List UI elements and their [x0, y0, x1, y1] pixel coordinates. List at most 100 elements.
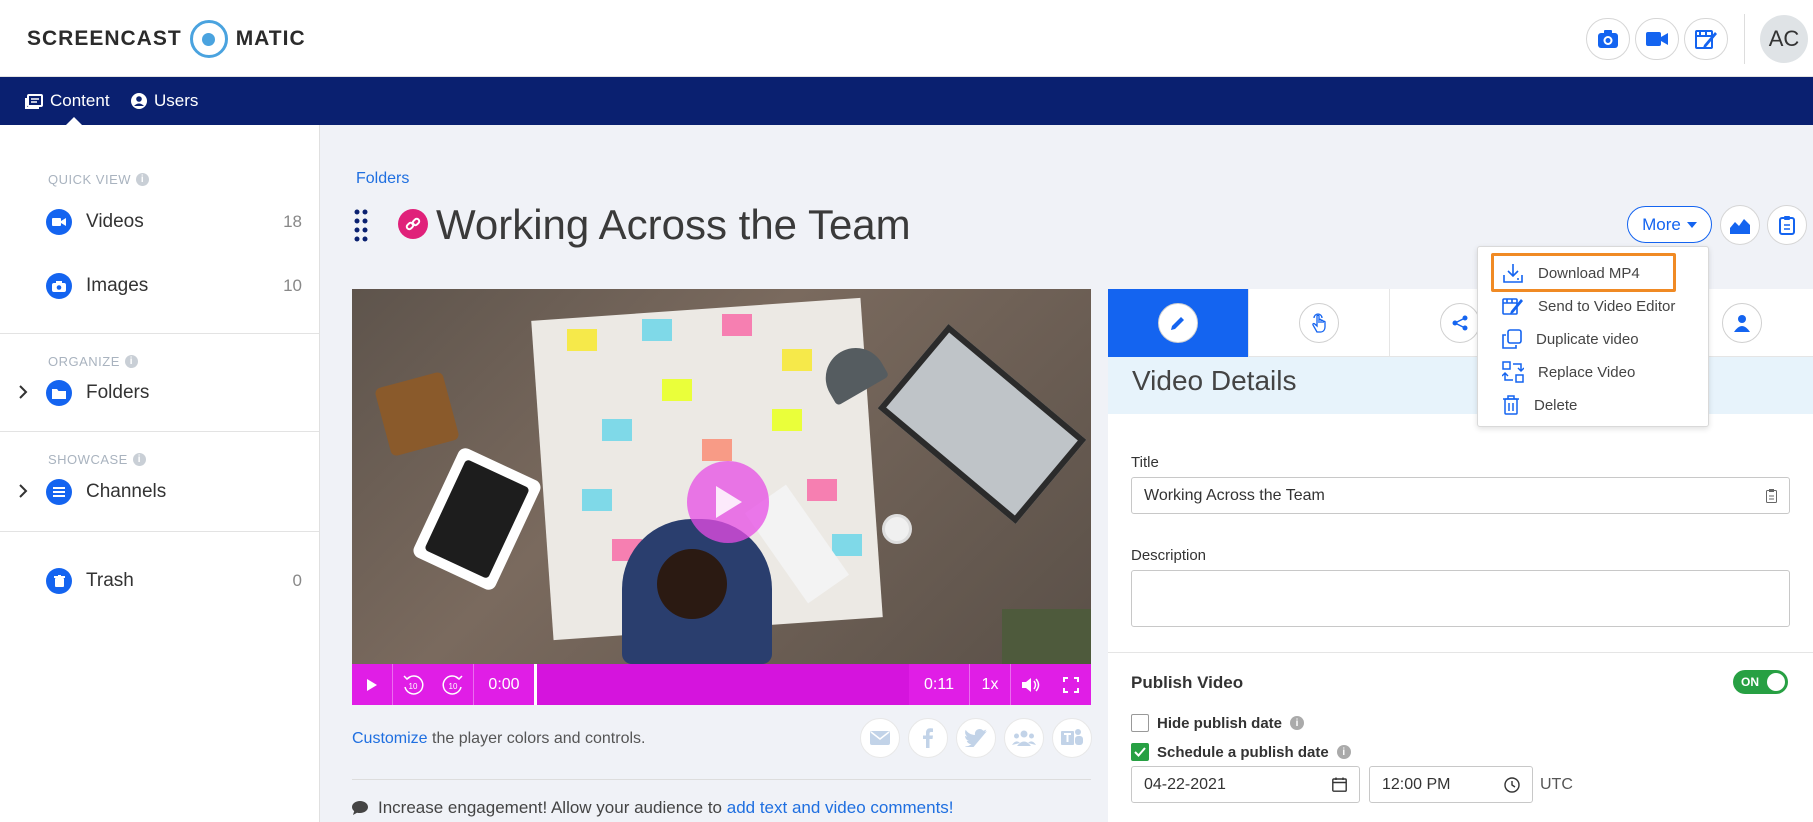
add-comments-link[interactable]: add text and video comments!: [727, 798, 954, 817]
info-icon[interactable]: i: [1290, 716, 1305, 730]
camera-icon: [46, 273, 72, 299]
chevron-right-icon[interactable]: [17, 384, 29, 400]
description-field[interactable]: [1131, 570, 1790, 627]
title-field-value: Working Across the Team: [1144, 486, 1325, 504]
player-controls: 10 10 0:00 0:11 1x: [352, 664, 1091, 705]
share-twitter-button[interactable]: [956, 718, 996, 758]
rewind-button[interactable]: 10: [393, 664, 433, 705]
progress-bar[interactable]: [534, 664, 909, 705]
record-button[interactable]: [1635, 18, 1679, 60]
share-teams-button[interactable]: [1052, 718, 1092, 758]
tab-edit-details[interactable]: [1108, 289, 1249, 357]
sidebar-item-channels[interactable]: Channels: [46, 476, 302, 508]
analytics-icon: [1730, 219, 1750, 234]
email-icon: [870, 731, 890, 745]
trash-icon: [1503, 395, 1519, 415]
clipboard-icon[interactable]: [1766, 488, 1777, 503]
volume-button[interactable]: [1011, 664, 1051, 705]
edit-icon: [1158, 303, 1198, 343]
logo[interactable]: SCREENCAST MATIC: [27, 20, 306, 58]
share-email-button[interactable]: [860, 718, 900, 758]
video-edit-icon: [1502, 298, 1523, 315]
camera-icon: [1598, 30, 1618, 48]
play-icon: [716, 486, 742, 518]
person-icon: [1722, 303, 1763, 343]
info-icon[interactable]: i: [132, 453, 146, 466]
menu-item-duplicate-video[interactable]: Duplicate video: [1502, 326, 1692, 352]
page-title: Working Across the Team: [436, 201, 911, 248]
hide-publish-date-checkbox[interactable]: [1131, 714, 1149, 732]
publish-toggle[interactable]: ON: [1733, 670, 1788, 694]
calendar-icon[interactable]: [1332, 777, 1347, 792]
customize-description: the player colors and controls.: [427, 730, 646, 747]
link-icon[interactable]: [398, 209, 428, 239]
more-button[interactable]: More: [1627, 206, 1712, 243]
showcase-heading-label: SHOWCASE: [48, 452, 128, 467]
screenshot-button[interactable]: [1586, 18, 1630, 60]
rewind-10-icon: 10: [403, 674, 424, 695]
sidebar-item-label: Videos: [86, 211, 144, 232]
info-icon[interactable]: i: [136, 173, 150, 186]
menu-item-label: Duplicate video: [1536, 330, 1639, 348]
publish-time-input[interactable]: 12:00 PM: [1369, 766, 1533, 803]
engagement-text: Increase engagement! Allow your audience…: [378, 798, 727, 817]
logo-text-left: SCREENCAST: [27, 27, 182, 50]
customize-link[interactable]: Customize: [352, 730, 428, 747]
forward-button[interactable]: 10: [433, 664, 473, 705]
chevron-right-icon[interactable]: [17, 483, 29, 499]
analytics-button[interactable]: [1720, 205, 1760, 245]
video-editor-button[interactable]: [1684, 18, 1728, 60]
video-player[interactable]: 10 10 0:00 0:11 1x: [352, 289, 1091, 705]
publish-video-heading: Publish Video: [1131, 673, 1244, 692]
share-facebook-button[interactable]: [908, 718, 948, 758]
play-overlay-button[interactable]: [687, 461, 769, 543]
teams-icon: [1061, 729, 1083, 745]
more-menu: Download MP4 Send to Video Editor Duplic…: [1477, 246, 1709, 427]
publish-date-input[interactable]: 04-22-2021: [1131, 766, 1360, 803]
customize-text: Customize the player colors and controls…: [352, 730, 645, 748]
download-icon: [1503, 264, 1523, 283]
share-group-button[interactable]: [1004, 718, 1044, 758]
duplicate-icon: [1502, 329, 1522, 349]
clock-icon[interactable]: [1504, 776, 1520, 793]
sidebar-item-trash[interactable]: Trash 0: [46, 565, 302, 597]
info-icon[interactable]: i: [124, 355, 138, 368]
nav-item-users[interactable]: Users: [131, 77, 198, 125]
topbar-divider: [1744, 14, 1745, 64]
fullscreen-button[interactable]: [1051, 664, 1091, 705]
play-icon: [367, 678, 377, 691]
video-icon: [46, 209, 72, 235]
nav-item-users-label: Users: [154, 91, 199, 110]
schedule-publish-date-label[interactable]: Schedule a publish date: [1157, 744, 1329, 761]
title-field[interactable]: Working Across the Team: [1131, 477, 1790, 514]
menu-item-delete[interactable]: Delete: [1502, 392, 1692, 418]
menu-item-label: Download MP4: [1538, 264, 1640, 282]
group-icon: [1012, 730, 1036, 746]
info-icon[interactable]: i: [1336, 745, 1351, 759]
facebook-icon: [923, 728, 933, 748]
progress-handle[interactable]: [534, 664, 537, 705]
breadcrumb[interactable]: Folders: [356, 170, 409, 188]
schedule-publish-date-checkbox[interactable]: [1131, 743, 1149, 761]
hide-publish-date-label[interactable]: Hide publish date: [1157, 715, 1282, 732]
current-time: 0:00: [488, 675, 520, 693]
sidebar-item-videos[interactable]: Videos 18: [46, 206, 302, 238]
publish-time-value: 12:00 PM: [1382, 775, 1451, 793]
speed-button[interactable]: 1x: [970, 664, 1010, 705]
clipboard-button[interactable]: [1767, 205, 1807, 245]
play-button[interactable]: [352, 664, 392, 705]
sidebar-item-images[interactable]: Images 10: [46, 270, 302, 302]
tab-interactions[interactable]: [1249, 289, 1390, 357]
publish-date-value: 04-22-2021: [1144, 775, 1226, 793]
menu-item-send-to-video-editor[interactable]: Send to Video Editor: [1502, 293, 1692, 319]
fullscreen-icon: [1063, 676, 1079, 693]
avatar[interactable]: AC: [1760, 15, 1808, 63]
showcase-heading: SHOWCASE i: [48, 452, 146, 467]
logo-text-right: MATIC: [235, 27, 306, 50]
sidebar-item-folders[interactable]: Folders: [46, 377, 302, 409]
menu-item-replace-video[interactable]: Replace Video: [1502, 359, 1692, 385]
drag-handle-icon[interactable]: [353, 208, 369, 242]
description-label: Description: [1131, 547, 1207, 564]
menu-item-download-mp4[interactable]: Download MP4: [1502, 260, 1692, 286]
trash-icon: [46, 568, 72, 594]
